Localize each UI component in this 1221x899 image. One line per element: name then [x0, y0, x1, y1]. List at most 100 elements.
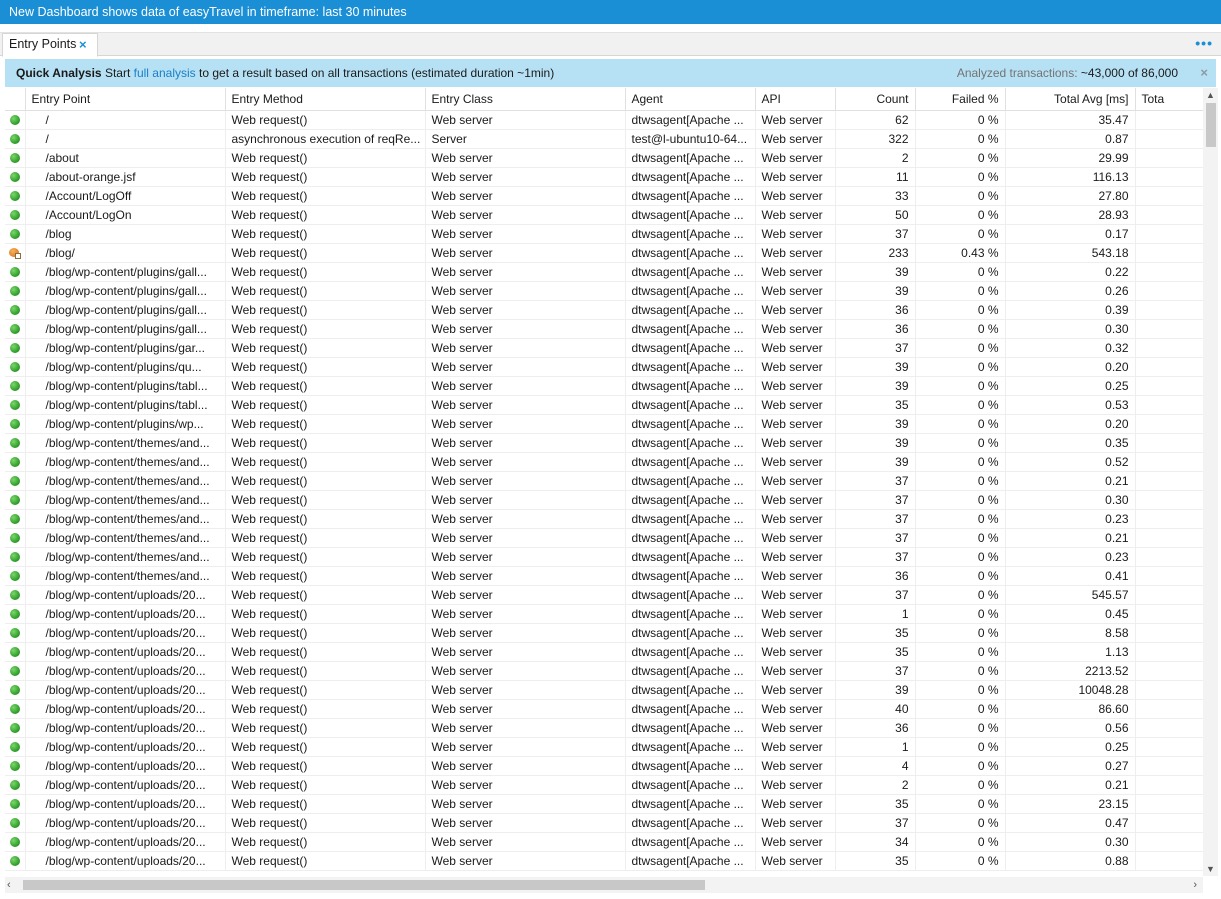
table-row[interactable]: /blog/wp-content/themes/and... Web reques… [5, 452, 1203, 472]
table-row[interactable]: /blog/wp-content/themes/and... Web reques… [5, 509, 1203, 529]
scroll-left-icon[interactable]: ‹ [7, 877, 11, 893]
green-status-icon [9, 856, 20, 867]
warning-status-icon [8, 247, 21, 260]
close-infobar-icon[interactable]: × [1200, 59, 1208, 87]
table-row[interactable]: /blog/wp-content/uploads/20... Web reques… [5, 604, 1203, 624]
cell-agent: dtwsagent[Apache ... [625, 585, 756, 605]
table-row[interactable]: /blog/wp-content/uploads/20... Web reques… [5, 794, 1203, 814]
green-status-icon [9, 362, 20, 373]
column-header-failed[interactable]: Failed % [915, 88, 1006, 111]
cell-api: Web server [755, 376, 836, 396]
status-cell [5, 851, 26, 871]
table-row[interactable]: /blog/wp-content/themes/and... Web reques… [5, 471, 1203, 491]
table-row[interactable]: /blog/wp-content/plugins/gall... Web requ… [5, 262, 1203, 282]
column-header-api[interactable]: API [755, 88, 836, 111]
cell-api: Web server [755, 452, 836, 472]
cell-failed: 0 % [915, 167, 1006, 187]
green-status-icon [9, 704, 20, 715]
vertical-scrollbar[interactable]: ▲ ▼ [1203, 88, 1218, 876]
column-header-entry-class[interactable]: Entry Class [425, 88, 626, 111]
cell-entry-method: Web request() [225, 851, 426, 871]
table-row[interactable]: /blog/wp-content/uploads/20... Web reques… [5, 832, 1203, 852]
table-row[interactable]: /about Web request() Web server dtwsagent[A… [5, 148, 1203, 168]
table-row[interactable]: /blog/wp-content/uploads/20... Web reques… [5, 642, 1203, 662]
full-analysis-link[interactable]: full analysis [134, 66, 196, 80]
cell-total [1135, 471, 1203, 491]
table-row[interactable]: /blog/wp-content/themes/and... Web reques… [5, 528, 1203, 548]
status-cell [5, 471, 26, 491]
table-row[interactable]: / Web request() Web server dtwsagent[Apache… [5, 110, 1203, 130]
tab-entry-points[interactable]: Entry Points × [2, 33, 98, 57]
horizontal-scrollbar[interactable]: ‹ › [5, 877, 1203, 893]
table-row[interactable]: /blog/wp-content/plugins/gall... Web requ… [5, 319, 1203, 339]
cell-count: 39 [835, 414, 916, 434]
table-row[interactable]: /Account/LogOn Web request() Web server dtw… [5, 205, 1203, 225]
table-row[interactable]: /blog/wp-content/uploads/20... Web reques… [5, 680, 1203, 700]
scroll-down-icon[interactable]: ▼ [1203, 862, 1218, 876]
cell-agent: dtwsagent[Apache ... [625, 300, 756, 320]
table-row[interactable]: /blog/wp-content/uploads/20... Web reques… [5, 623, 1203, 643]
green-status-icon [9, 191, 20, 202]
cell-entry-point: /blog [25, 224, 226, 244]
table-row[interactable]: /blog/wp-content/uploads/20... Web reques… [5, 851, 1203, 871]
status-column-header[interactable] [5, 88, 26, 111]
table-row[interactable]: /blog/Web request() Web server dtwsagent[A… [5, 243, 1203, 263]
table-row[interactable]: /blog/wp-content/plugins/gall... Web requ… [5, 300, 1203, 320]
column-header-count[interactable]: Count [835, 88, 916, 111]
window-title: New Dashboard shows data of easyTravel i… [9, 5, 407, 19]
column-header-total-avg[interactable]: Total Avg [ms] [1005, 88, 1136, 111]
table-row[interactable]: /blog/wp-content/themes/and... Web reques… [5, 490, 1203, 510]
table-row[interactable]: /blog/wp-content/plugins/wp... Web reques… [5, 414, 1203, 434]
table-row[interactable]: /blog/wp-content/plugins/qu... Web reques… [5, 357, 1203, 377]
table-row[interactable]: /blog/wp-content/themes/and... Web reques… [5, 566, 1203, 586]
table-row[interactable]: /blog/wp-content/plugins/tabl... Web requ… [5, 376, 1203, 396]
column-header-entry-method[interactable]: Entry Method [225, 88, 426, 111]
scroll-right-icon[interactable]: › [1193, 877, 1197, 893]
table-row[interactable]: /Account/LogOff Web request() Web server dt… [5, 186, 1203, 206]
table-row[interactable]: /blog/wp-content/uploads/20... Web reques… [5, 718, 1203, 738]
green-status-icon [9, 324, 20, 335]
cell-total-avg: 0.52 [1005, 452, 1136, 472]
horizontal-scroll-thumb[interactable] [23, 880, 705, 890]
table-row[interactable]: /blog/wp-content/uploads/20... Web reques… [5, 737, 1203, 757]
more-options-icon[interactable]: ••• [1195, 35, 1213, 51]
table-row[interactable]: /blog/wp-content/plugins/tabl... Web requ… [5, 395, 1203, 415]
cell-failed: 0 % [915, 300, 1006, 320]
table-row[interactable]: /blog/wp-content/themes/and... Web reques… [5, 547, 1203, 567]
cell-entry-method: Web request() [225, 148, 426, 168]
cell-failed: 0 % [915, 376, 1006, 396]
close-icon[interactable]: × [79, 34, 87, 55]
cell-entry-method: Web request() [225, 680, 426, 700]
table-row[interactable]: /blog Web request() Web server dtwsagent[Ap… [5, 224, 1203, 244]
cell-api: Web server [755, 642, 836, 662]
cell-entry-method: Web request() [225, 813, 426, 833]
table-row[interactable]: /blog/wp-content/uploads/20... Web reques… [5, 813, 1203, 833]
status-cell [5, 262, 26, 282]
cell-count: 35 [835, 395, 916, 415]
column-header-entry-point[interactable]: Entry Point [25, 88, 226, 111]
cell-entry-method: Web request() [225, 756, 426, 776]
cell-api: Web server [755, 262, 836, 282]
cell-entry-method: Web request() [225, 338, 426, 358]
table-row[interactable]: /blog/wp-content/uploads/20... Web reques… [5, 756, 1203, 776]
table-row[interactable]: /blog/wp-content/uploads/20... Web reques… [5, 661, 1203, 681]
column-header-total[interactable]: Tota [1135, 88, 1203, 111]
cell-total [1135, 243, 1203, 263]
table-row[interactable]: /blog/wp-content/plugins/gall... Web requ… [5, 281, 1203, 301]
green-status-icon [9, 590, 20, 601]
cell-count: 37 [835, 585, 916, 605]
table-row[interactable]: /blog/wp-content/plugins/gar... Web reque… [5, 338, 1203, 358]
column-header-agent[interactable]: Agent [625, 88, 756, 111]
table-row[interactable]: / asynchronous execution of reqRe... Serve… [5, 129, 1203, 149]
table-row[interactable]: /blog/wp-content/themes/and... Web reques… [5, 433, 1203, 453]
table-row[interactable]: /blog/wp-content/uploads/20... Web reques… [5, 585, 1203, 605]
scroll-up-icon[interactable]: ▲ [1203, 88, 1218, 102]
table-row[interactable]: /about-orange.jsf Web request() Web server… [5, 167, 1203, 187]
cell-total-avg: 0.21 [1005, 775, 1136, 795]
cell-failed: 0 % [915, 186, 1006, 206]
cell-total [1135, 680, 1203, 700]
table-row[interactable]: /blog/wp-content/uploads/20... Web reques… [5, 699, 1203, 719]
table-row[interactable]: /blog/wp-content/uploads/20... Web reques… [5, 775, 1203, 795]
cell-failed: 0 % [915, 851, 1006, 871]
vertical-scroll-thumb[interactable] [1206, 103, 1216, 147]
